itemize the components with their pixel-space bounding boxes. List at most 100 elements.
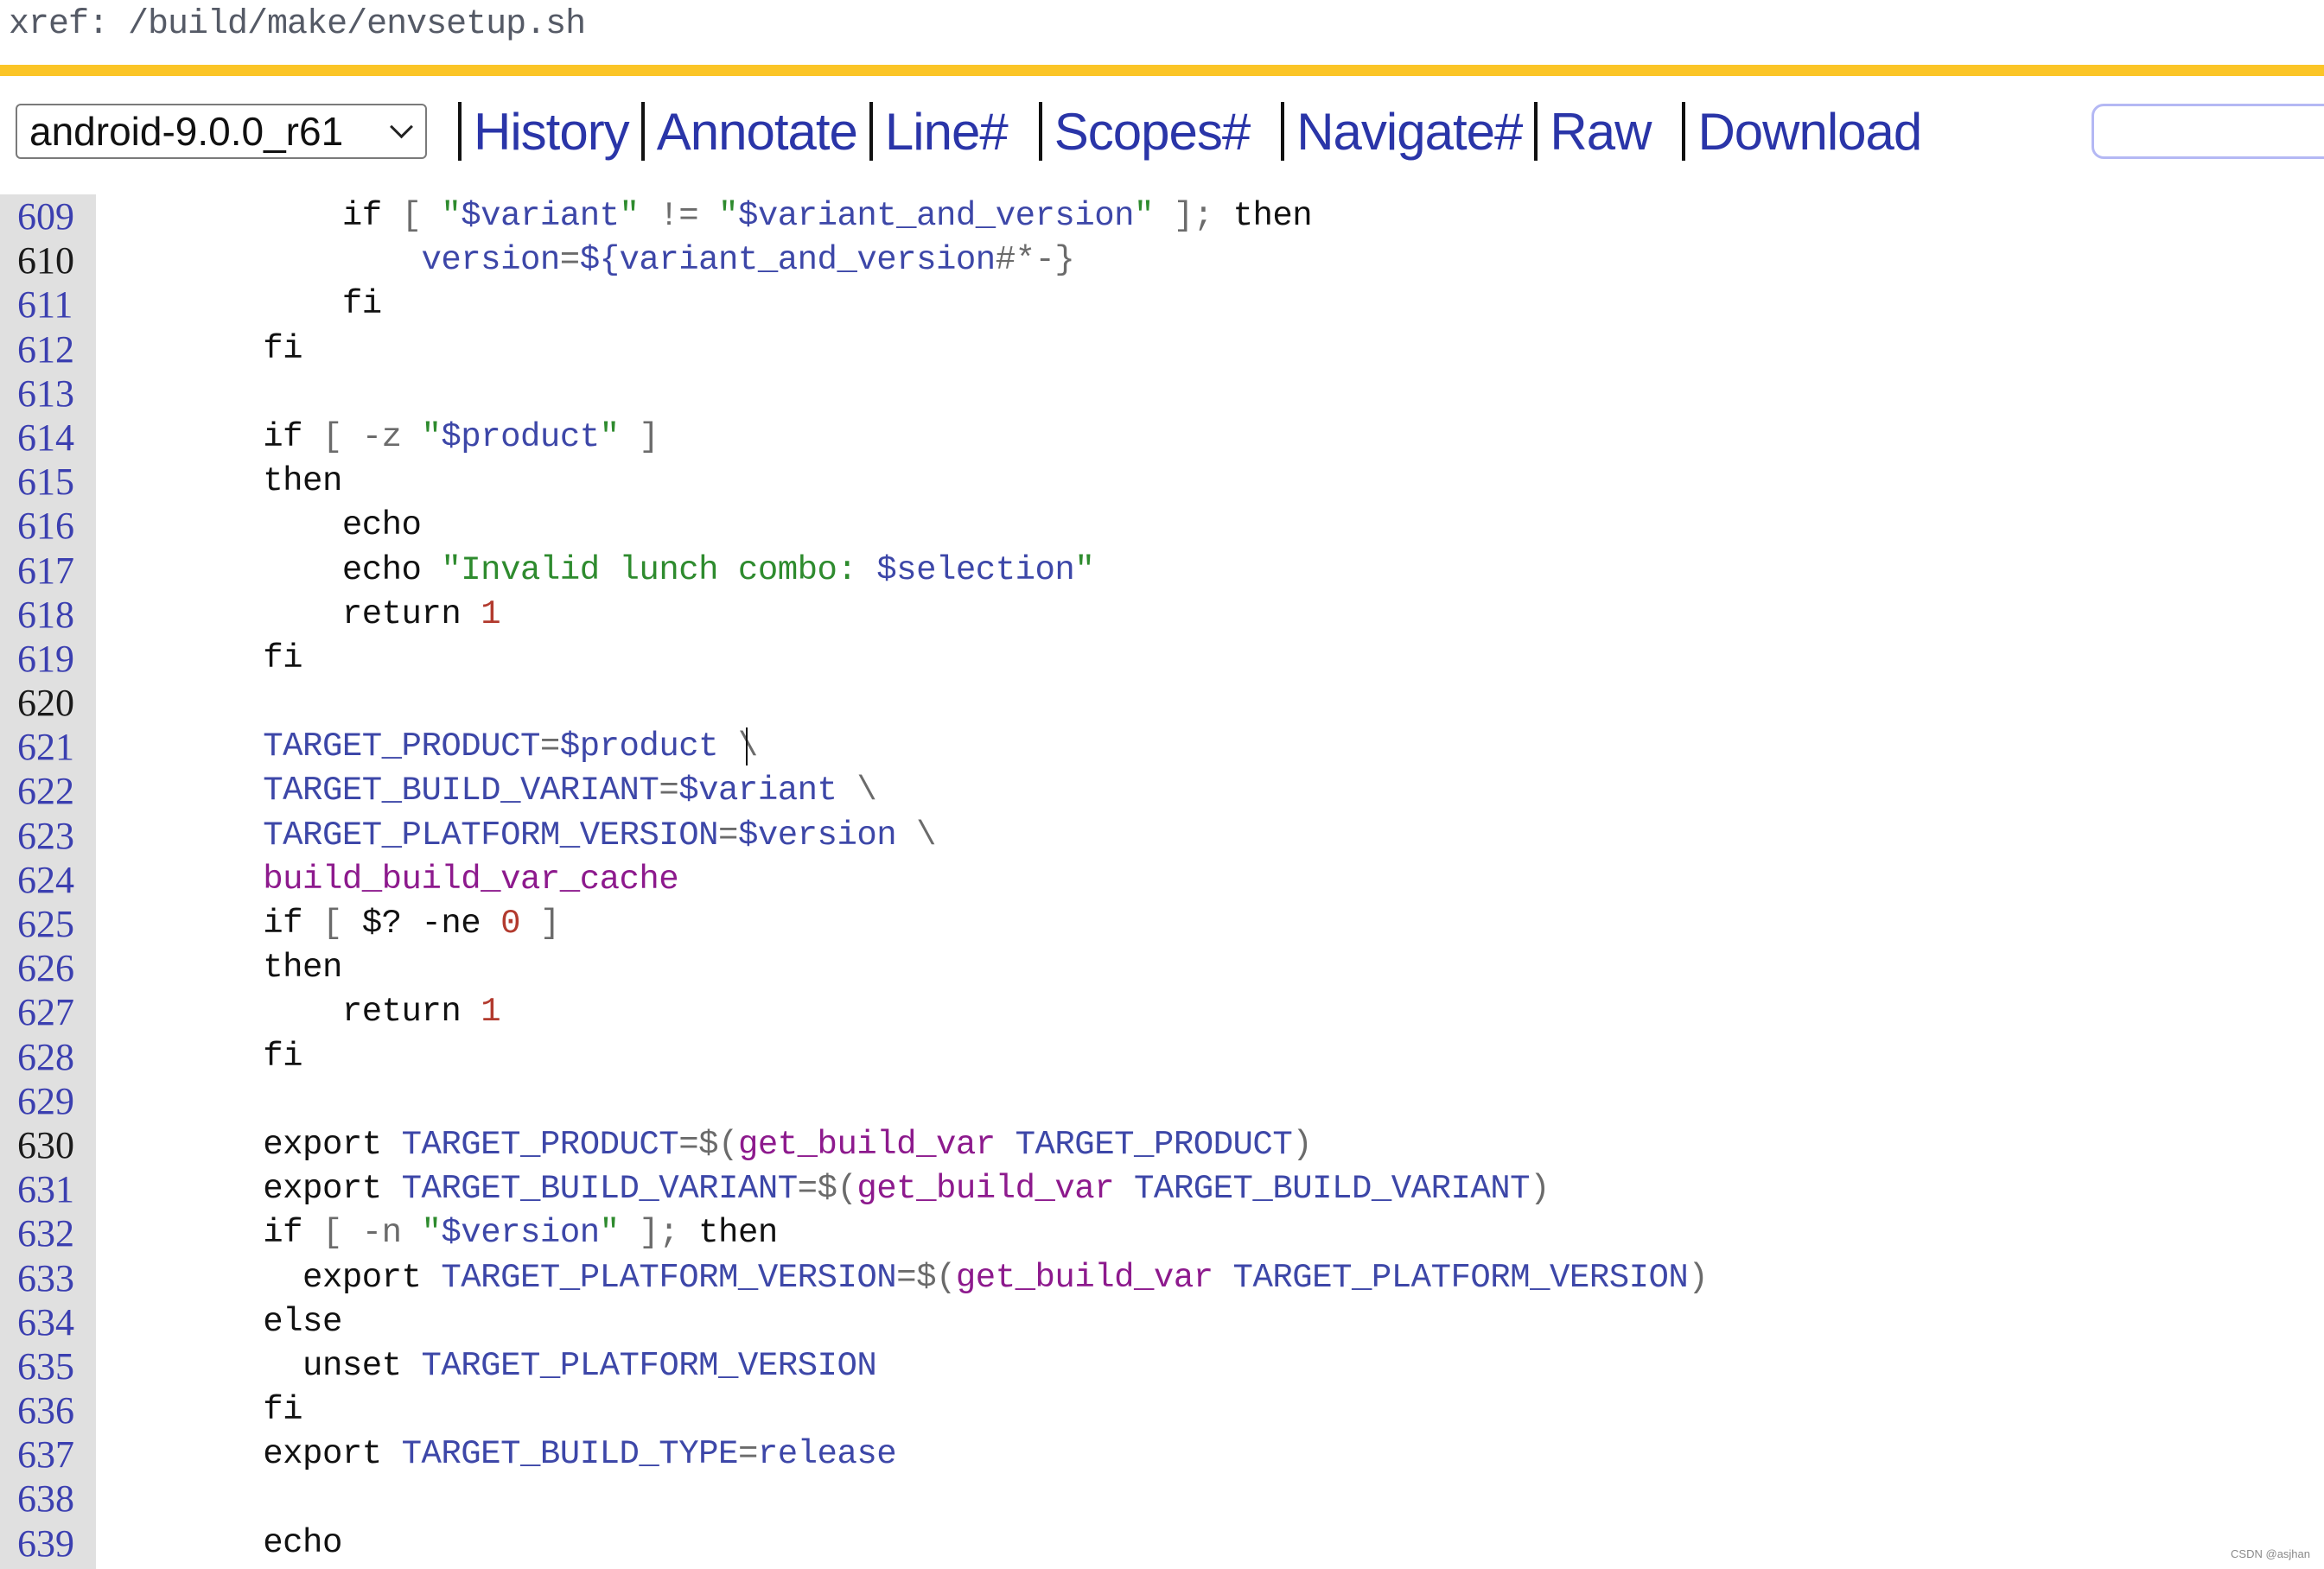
code-text: export TARGET_PRODUCT=$(get_build_var TA… xyxy=(105,1123,1312,1167)
code-token: TARGET_BUILD_TYPE xyxy=(401,1435,739,1474)
code-token: ] xyxy=(619,417,659,456)
code-text: return 1 xyxy=(105,593,501,637)
line-number[interactable]: 630 xyxy=(0,1123,96,1167)
line-number[interactable]: 623 xyxy=(0,814,96,858)
line-number[interactable]: 614 xyxy=(0,416,96,460)
line-number[interactable]: 609 xyxy=(0,194,96,238)
separator xyxy=(1682,102,1686,161)
code-text: if [ "$variant" != "$variant_and_version… xyxy=(105,194,1313,238)
watermark: CSDN @asjhan xyxy=(2231,1547,2310,1560)
line-number[interactable]: 637 xyxy=(0,1432,96,1477)
history-link[interactable]: History xyxy=(474,102,630,162)
line-number[interactable]: 621 xyxy=(0,725,96,769)
code-token: 1 xyxy=(481,993,501,1032)
accent-bar xyxy=(0,65,2324,76)
code-line: 629 xyxy=(0,1079,2324,1123)
code-line: 609 if [ "$variant" != "$variant_and_ver… xyxy=(0,194,2324,238)
code-token: else xyxy=(105,1302,342,1341)
code-token: if xyxy=(105,197,402,235)
line-number[interactable]: 619 xyxy=(0,637,96,681)
separator xyxy=(458,102,462,161)
line-number[interactable]: 629 xyxy=(0,1079,96,1123)
line-number[interactable]: 618 xyxy=(0,593,96,637)
code-line: 636 fi xyxy=(0,1388,2324,1432)
code-token: " xyxy=(718,197,738,235)
code-token: export xyxy=(105,1435,402,1474)
line-number[interactable]: 632 xyxy=(0,1211,96,1255)
code-token: $product xyxy=(559,727,719,766)
code-line: 635 unset TARGET_PLATFORM_VERSION xyxy=(0,1344,2324,1388)
line-number[interactable]: 612 xyxy=(0,327,96,372)
code-text: if [ -n "$version" ]; then xyxy=(105,1211,778,1255)
code-line: 631 export TARGET_BUILD_VARIANT=$(get_bu… xyxy=(0,1167,2324,1211)
line-number[interactable]: 631 xyxy=(0,1167,96,1211)
toolbar: android-9.0.0_r61 History Annotate Line#… xyxy=(16,100,1922,162)
code-text: echo xyxy=(105,504,422,548)
line-number[interactable]: 626 xyxy=(0,946,96,990)
line-number[interactable]: 613 xyxy=(0,372,96,416)
code-line: 620 xyxy=(0,681,2324,725)
code-token: \ xyxy=(896,816,936,854)
code-token: TARGET_PLATFORM_VERSION xyxy=(105,816,719,854)
code-line: 622 TARGET_BUILD_VARIANT=$variant \ xyxy=(0,769,2324,813)
line-number[interactable]: 615 xyxy=(0,460,96,504)
line-number[interactable]: 634 xyxy=(0,1300,96,1344)
code-token: $? -ne xyxy=(361,905,501,943)
line-number[interactable]: 616 xyxy=(0,504,96,548)
code-token: [ xyxy=(401,197,442,235)
line-number[interactable]: 633 xyxy=(0,1256,96,1300)
code-token: fi xyxy=(105,1037,303,1076)
line-number[interactable]: 617 xyxy=(0,549,96,593)
line-number[interactable]: 611 xyxy=(0,283,96,327)
navigate-link[interactable]: Navigate# xyxy=(1296,102,1523,162)
branch-select[interactable]: android-9.0.0_r61 xyxy=(16,104,427,159)
line-number[interactable]: 636 xyxy=(0,1388,96,1432)
code-line: 628 fi xyxy=(0,1035,2324,1079)
code-token: " xyxy=(421,1214,442,1253)
code-token: [ xyxy=(322,905,362,943)
code-line: 614 if [ -z "$product" ] xyxy=(0,416,2324,460)
code-token: " xyxy=(421,417,442,456)
code-token: ) xyxy=(1530,1170,1550,1209)
line-number[interactable]: 639 xyxy=(0,1521,96,1566)
code-token: then xyxy=(1232,197,1313,235)
line-number[interactable]: 622 xyxy=(0,769,96,813)
code-token: export xyxy=(105,1170,402,1209)
code-token: $variant xyxy=(678,772,837,810)
code-token: " xyxy=(599,1214,620,1253)
code-token: $variant xyxy=(461,197,620,235)
code-token: ]; xyxy=(1153,197,1233,235)
line-number[interactable]: 610 xyxy=(0,238,96,283)
code-token: \ xyxy=(837,772,877,810)
line-numbers-link[interactable]: Line# xyxy=(885,102,1009,162)
line-number[interactable]: 635 xyxy=(0,1344,96,1388)
raw-link[interactable]: Raw xyxy=(1550,102,1652,162)
code-line: 615 then xyxy=(0,460,2324,504)
code-token: then xyxy=(105,462,342,501)
search-input[interactable] xyxy=(2092,104,2324,159)
code-token: fi xyxy=(105,1391,303,1430)
code-token: =$( xyxy=(678,1125,738,1164)
code-token: TARGET_PLATFORM_VERSION xyxy=(421,1346,877,1385)
code-token: $variant_and_version xyxy=(737,197,1135,235)
scopes-link[interactable]: Scopes# xyxy=(1054,102,1251,162)
line-number[interactable]: 624 xyxy=(0,858,96,902)
code-line: 627 return 1 xyxy=(0,990,2324,1034)
code-token: " xyxy=(441,197,462,235)
code-token: =$( xyxy=(896,1258,956,1297)
code-line: 632 if [ -n "$version" ]; then xyxy=(0,1211,2324,1255)
annotate-link[interactable]: Annotate xyxy=(657,102,858,162)
line-number[interactable]: 638 xyxy=(0,1477,96,1521)
line-number[interactable]: 625 xyxy=(0,902,96,946)
code-token: #*-} xyxy=(995,241,1075,280)
download-link[interactable]: Download xyxy=(1697,102,1922,162)
code-text: version=${variant_and_version#*-} xyxy=(105,238,1074,283)
line-number[interactable]: 627 xyxy=(0,990,96,1034)
code-token: " xyxy=(1074,550,1095,589)
line-number[interactable]: 628 xyxy=(0,1035,96,1079)
code-token: fi xyxy=(105,329,303,368)
code-token: TARGET_BUILD_VARIANT xyxy=(1114,1170,1531,1209)
code-text: fi xyxy=(105,1388,302,1432)
line-number[interactable]: 620 xyxy=(0,681,96,725)
code-line: 612 fi xyxy=(0,327,2324,372)
